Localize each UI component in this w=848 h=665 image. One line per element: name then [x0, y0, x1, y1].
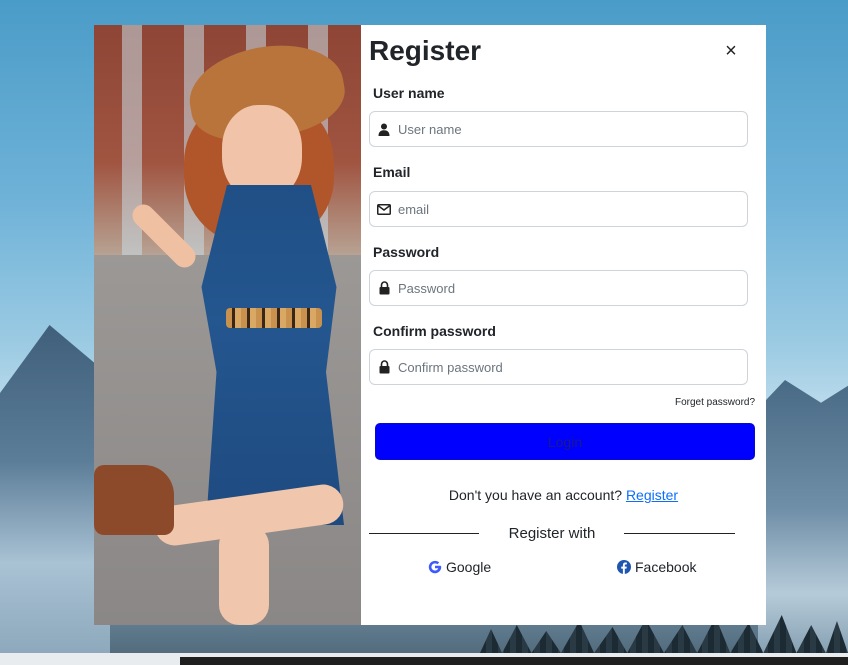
register-link[interactable]: Register [626, 487, 678, 503]
modal-title: Register [369, 35, 482, 66]
account-prompt-text: Don't you have an account? [448, 487, 623, 503]
password-field[interactable] [369, 270, 748, 306]
google-button[interactable]: Google [428, 559, 491, 575]
close-button[interactable]: × [719, 39, 743, 63]
confirm-password-field[interactable] [369, 349, 748, 385]
username-input[interactable] [398, 112, 747, 146]
confirm-password-input[interactable] [398, 350, 747, 384]
username-field[interactable] [369, 111, 748, 147]
email-label: Email [373, 164, 411, 180]
register-with-divider: Register with [369, 525, 735, 543]
account-prompt: Don't you have an account? Register [361, 487, 766, 503]
email-input[interactable] [398, 192, 747, 226]
forget-password-link[interactable]: Forget password? [675, 397, 755, 408]
google-icon [428, 560, 442, 574]
confirm-password-label: Confirm password [373, 323, 496, 339]
username-label: User name [373, 85, 445, 101]
register-modal: Register × User name Email Password [94, 25, 766, 625]
taskbar-apps [180, 657, 848, 665]
envelope-icon [370, 192, 398, 226]
lock-icon [370, 350, 398, 384]
model-photo [94, 25, 361, 625]
lock-icon [370, 271, 398, 305]
divider-line [624, 533, 735, 534]
user-icon [370, 112, 398, 146]
facebook-button[interactable]: Facebook [617, 559, 696, 575]
facebook-icon [617, 560, 631, 574]
password-label: Password [373, 244, 440, 260]
background-mountain [758, 380, 848, 665]
email-field[interactable] [369, 191, 748, 227]
login-button[interactable]: Login [375, 423, 755, 460]
register-form: Register × User name Email Password [361, 25, 766, 625]
google-label: Google [446, 559, 492, 575]
password-input[interactable] [398, 271, 747, 305]
facebook-label: Facebook [635, 559, 697, 575]
